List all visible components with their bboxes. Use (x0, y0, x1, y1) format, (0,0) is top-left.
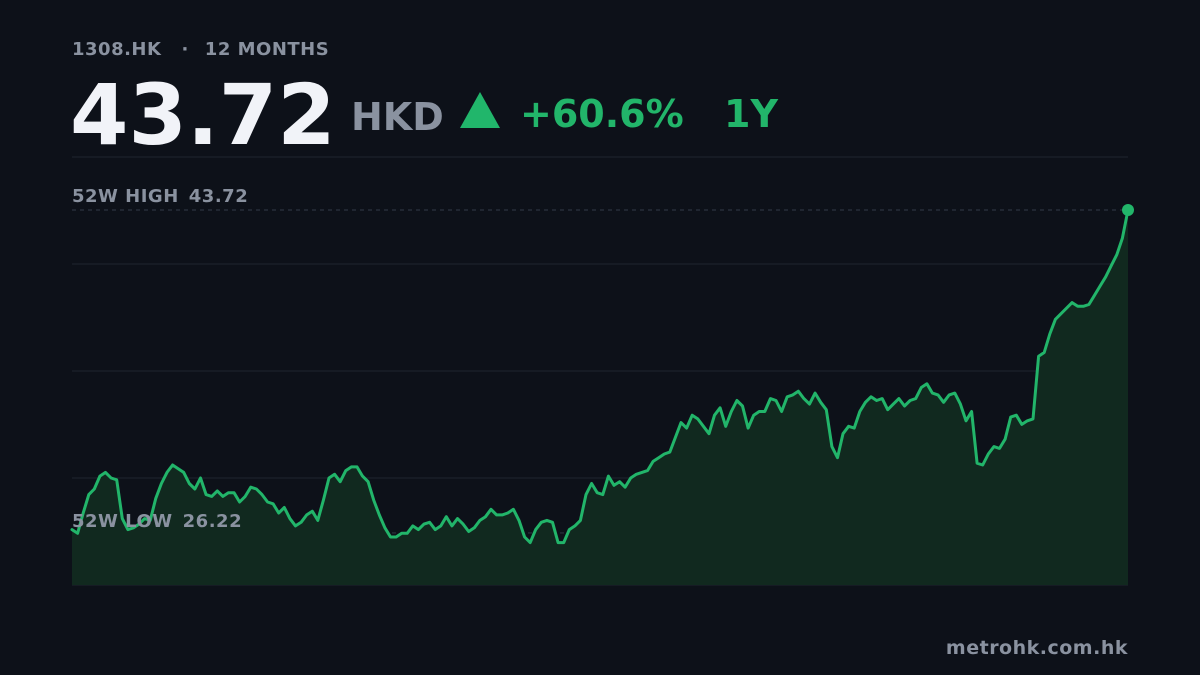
high-label: 52W HIGH 43.72 (72, 186, 248, 207)
low-label: 52W LOW 26.22 (72, 511, 242, 532)
low-label-text: 52W LOW (72, 511, 173, 532)
stock-card: 1308.HK · 12 MONTHS 43.72 HKD +60.6% 1Y 52… (0, 0, 1200, 675)
source-watermark: metrohk.com.hk (945, 637, 1128, 659)
price-chart (70, 156, 1134, 586)
high-label-value: 43.72 (188, 186, 249, 207)
high-label-text: 52W HIGH (72, 186, 179, 207)
low-label-value: 26.22 (182, 511, 243, 532)
latest-price-marker (1122, 204, 1134, 216)
